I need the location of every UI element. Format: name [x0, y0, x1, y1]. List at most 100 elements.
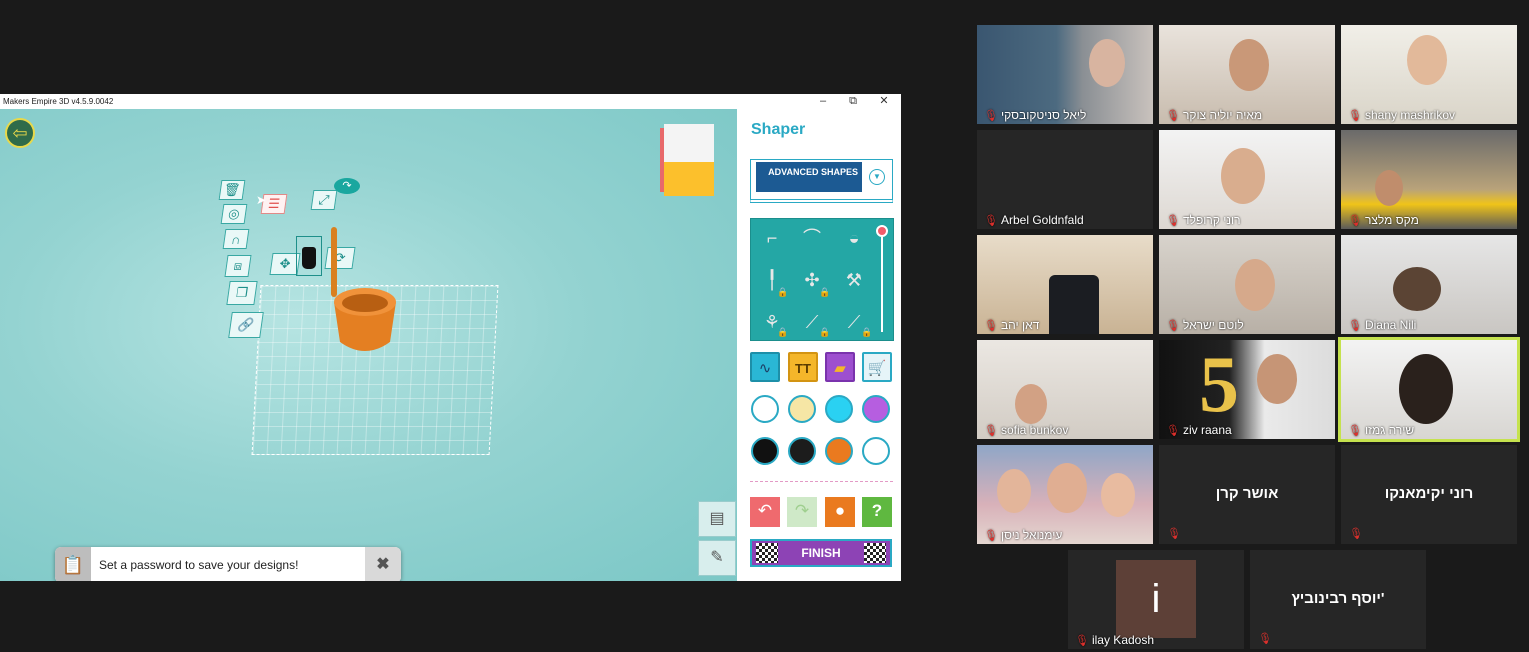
- shaper-panel: Shaper ADVANCED SHAPES ▼ ⌐ ⌒ ◒ ╿ 🔒 ✣ 🔒 ⚒…: [737, 109, 901, 581]
- measure-tool-icon[interactable]: ▤: [698, 501, 736, 537]
- participant-name: 🎙 Diana Nili: [1348, 318, 1417, 332]
- video-tile[interactable]: 🎙 דאן יהב: [977, 235, 1153, 334]
- color-swatch-white[interactable]: [751, 395, 779, 423]
- participant-name: 🎙 shany mashrikov: [1348, 108, 1456, 122]
- text-icon[interactable]: TT: [788, 352, 818, 382]
- undo-icon[interactable]: ↶: [750, 497, 780, 527]
- active-speaker-tile[interactable]: 🎙 שירה גמזו: [1338, 337, 1520, 442]
- palette-scroll-handle[interactable]: [876, 225, 888, 237]
- badge-graphic-icon: 5: [1199, 341, 1239, 429]
- trash-icon[interactable]: 🗑: [218, 180, 246, 200]
- video-tile[interactable]: 🎙 עימנואל ניסן: [977, 445, 1153, 544]
- color-swatch-cream[interactable]: [788, 395, 816, 423]
- lock-icon: 🔒: [777, 327, 789, 337]
- folder-icon[interactable]: ▰: [825, 352, 855, 382]
- mic-muted-icon: 🎙: [984, 530, 998, 542]
- duplicate-icon[interactable]: ❐: [226, 281, 258, 305]
- video-tile[interactable]: יוסף רבינוביץ' 🎙: [1250, 550, 1426, 649]
- checkered-flag-icon: [864, 543, 886, 563]
- back-button[interactable]: ⇦: [5, 118, 35, 148]
- help-icon[interactable]: ?: [862, 497, 892, 527]
- group-icon[interactable]: ◎: [220, 204, 248, 224]
- selected-object[interactable]: [296, 236, 322, 276]
- participant-name: 🎙 ליאל סניטקובסקי: [984, 108, 1087, 122]
- video-tile[interactable]: 🎙 רוני קרופלד: [1159, 130, 1335, 229]
- minimize-button[interactable]: –: [808, 94, 838, 109]
- bowl-shape[interactable]: ◒: [839, 223, 869, 253]
- participant-name: אושר קרן: [1215, 485, 1279, 502]
- bomb-icon[interactable]: ●: [825, 497, 855, 527]
- color-swatch-white-2[interactable]: [862, 437, 890, 465]
- participant-name: 🎙 מאיה יוליה צוקר: [1166, 108, 1263, 122]
- video-tile[interactable]: רוני יקימאנקו 🎙: [1341, 445, 1517, 544]
- color-swatch-purple[interactable]: [862, 395, 890, 423]
- video-tile[interactable]: 🎙 מאיה יוליה צוקר: [1159, 25, 1335, 124]
- video-tile[interactable]: 🎙 Arbel Goldnfald: [977, 130, 1153, 229]
- video-tile[interactable]: 🎙 shany mashrikov: [1341, 25, 1517, 124]
- hammer-shape[interactable]: ⚒: [839, 265, 869, 295]
- video-tile[interactable]: 🎙 ליאל סניטקובסקי: [977, 25, 1153, 124]
- 3d-viewport[interactable]: ⇦ 🗑 ◎ ∩ ⧈ ❐ 🔗 ☰ ⤢ ↷ ✥ ⟳ ➤ 📋 Set a passwo…: [0, 109, 737, 581]
- video-tile[interactable]: אושר קרן 🎙: [1159, 445, 1335, 544]
- mic-muted-icon: 🎙: [1348, 110, 1362, 122]
- video-tile[interactable]: i 🎙 ilay Kadosh: [1068, 550, 1244, 649]
- color-swatch-black[interactable]: [751, 437, 779, 465]
- palette-scroll-track[interactable]: [881, 237, 883, 332]
- participant-name: 🎙 רוני קרופלד: [1166, 213, 1241, 227]
- color-swatch-orange[interactable]: [825, 437, 853, 465]
- participant-name: 🎙 דאן יהב: [984, 318, 1040, 332]
- rotate-icon[interactable]: ⟳: [324, 247, 356, 269]
- title-bar: Makers Empire 3D v4.5.9.0042 – ⧉ ✕: [0, 94, 901, 109]
- participant-name: רוני יקימאנקו: [1384, 485, 1474, 502]
- close-window-button[interactable]: ✕: [869, 94, 899, 109]
- resize-icon[interactable]: ⤢: [310, 190, 338, 210]
- shop-cart-icon[interactable]: 🛒: [862, 352, 892, 382]
- avatar: i: [1116, 560, 1196, 638]
- participant-name: 🎙 sofia bunkov: [984, 423, 1069, 437]
- rotate-up-icon[interactable]: ↷: [334, 178, 360, 194]
- shaper-title: Shaper: [751, 121, 806, 138]
- makers-empire-window: Makers Empire 3D v4.5.9.0042 – ⧉ ✕ ⇦ 🗑 ◎…: [0, 94, 901, 581]
- sketch-icon[interactable]: ∿: [750, 352, 780, 382]
- magnet-icon[interactable]: ∩: [222, 229, 250, 249]
- mic-muted-icon: 🎙: [1348, 215, 1362, 227]
- shape-category-dropdown[interactable]: ADVANCED SHAPES ▼: [750, 159, 893, 203]
- link-icon[interactable]: 🔗: [228, 312, 264, 338]
- lock-icon: 🔒: [861, 327, 873, 337]
- pipe-bend-shape[interactable]: ⌒: [797, 223, 827, 253]
- finish-button[interactable]: FINISH: [750, 539, 892, 567]
- video-tile[interactable]: 🎙 מקס מלצר: [1341, 130, 1517, 229]
- mic-muted-icon: 🎙: [1348, 425, 1362, 437]
- video-tile[interactable]: 🎙 sofia bunkov: [977, 340, 1153, 439]
- mirror-icon[interactable]: ⧈: [224, 255, 252, 277]
- shape-palette: ⌐ ⌒ ◒ ╿ 🔒 ✣ 🔒 ⚒ ⚘ 🔒 ⟋ 🔒 ⟋ 🔒: [750, 218, 894, 341]
- mic-muted-icon: 🎙: [984, 110, 998, 122]
- participant-name: 🎙 עימנואל ניסן: [984, 528, 1063, 542]
- mic-muted-icon: 🎙: [1167, 528, 1181, 540]
- panel-divider: [750, 481, 893, 482]
- color-swatch-black-glossy[interactable]: [788, 437, 816, 465]
- lock-icon: 🔒: [819, 287, 831, 297]
- close-toast-button[interactable]: ✖: [365, 547, 401, 581]
- pot-object[interactable]: [332, 284, 398, 354]
- redo-icon[interactable]: ↷: [787, 497, 817, 527]
- video-tile[interactable]: 🎙 לוטם ישראל: [1159, 235, 1335, 334]
- video-tile[interactable]: 5 🎙 ziv raana: [1159, 340, 1335, 439]
- participant-name: 🎙 ziv raana: [1166, 423, 1232, 437]
- mic-muted-icon: 🎙: [1166, 215, 1180, 227]
- participant-name: 🎙 מקס מלצר: [1348, 213, 1419, 227]
- view-cube[interactable]: [660, 124, 714, 196]
- lock-icon: 🔒: [819, 327, 831, 337]
- mic-muted-icon: 🎙: [1166, 110, 1180, 122]
- tools-icon[interactable]: ✎: [698, 540, 736, 576]
- pipe-elbow-shape[interactable]: ⌐: [757, 223, 787, 253]
- clipboard-icon: 📋: [55, 547, 91, 581]
- mic-muted-icon: 🎙: [984, 215, 998, 227]
- chevron-down-icon[interactable]: ▼: [869, 169, 885, 185]
- password-toast: 📋 Set a password to save your designs! ✖: [55, 547, 401, 581]
- color-swatch-cyan[interactable]: [825, 395, 853, 423]
- video-tile[interactable]: 🎙 Diana Nili: [1341, 235, 1517, 334]
- maximize-button[interactable]: ⧉: [838, 94, 868, 109]
- participant-name: 🎙 ilay Kadosh: [1075, 633, 1155, 647]
- mic-muted-icon: 🎙: [1258, 633, 1272, 645]
